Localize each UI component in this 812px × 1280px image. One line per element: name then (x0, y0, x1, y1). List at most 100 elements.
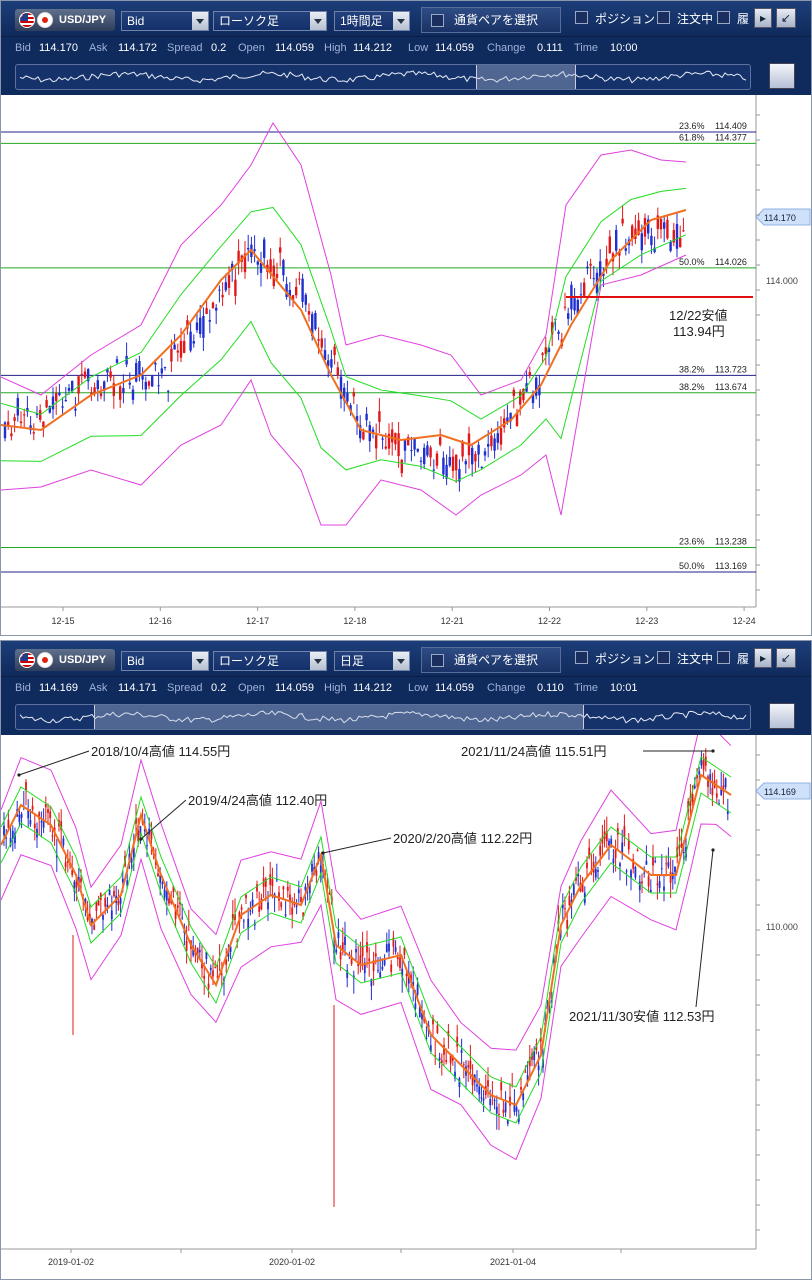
candle-body (51, 396, 55, 410)
candle-body (176, 905, 179, 908)
annotation-label: 2020/2/20高値 112.22円 (393, 831, 532, 846)
candle-body (500, 1082, 503, 1091)
candle-body (416, 448, 419, 452)
candle-body (563, 306, 567, 308)
navigator-sparkline (19, 70, 747, 84)
candle-body (282, 260, 285, 276)
candle-body (660, 868, 663, 870)
high-value: 114.212 (353, 682, 392, 694)
candle-body (234, 279, 237, 297)
scroll-right-icon[interactable]: ▸ (754, 8, 772, 28)
change-value: 0.111 (537, 42, 563, 54)
expand-icon[interactable] (769, 63, 795, 89)
candle-body (656, 883, 659, 885)
select-pair-checkbox[interactable] (431, 654, 444, 667)
navigator-window[interactable] (476, 65, 576, 89)
candle-body (275, 273, 279, 278)
quote-bar: Bid 114.169 Ask 114.171 Spread 0.2 Open … (1, 677, 811, 699)
candle-body (647, 876, 650, 887)
candle-body (381, 966, 384, 970)
candle-body (388, 943, 390, 952)
low-value: 114.059 (435, 42, 474, 54)
navigator-scrollbar[interactable] (15, 64, 751, 90)
orders-checkbox[interactable] (657, 651, 670, 664)
candle-body (614, 849, 617, 859)
candle-body (96, 380, 99, 390)
candle-body (51, 835, 54, 837)
position-checkbox[interactable] (575, 651, 588, 664)
hourly-candlestick-chart[interactable]: 23.6% 114.409 61.8% 114.377 50.0% 114.026 38.2… (0, 95, 811, 638)
candle-body (366, 942, 368, 953)
candle-body (282, 886, 285, 890)
price-type-select[interactable]: Bid (121, 651, 209, 671)
collapse-icon[interactable]: ↙ (776, 8, 796, 28)
candle-body (311, 863, 313, 872)
collapse-icon[interactable]: ↙ (776, 648, 796, 668)
x-tick-label: 2019-01-02 (48, 1257, 94, 1267)
candle-body (410, 450, 413, 452)
expand-icon[interactable] (769, 703, 795, 729)
select-pair-button[interactable]: 通貨ペアを選択 (421, 7, 561, 33)
chart-type-select[interactable]: ローソク足 (213, 11, 327, 31)
navigator-window[interactable] (94, 705, 584, 729)
candle-body (49, 811, 52, 819)
history-label: 履 (737, 652, 750, 666)
currency-pair-button[interactable]: USD/JPY (15, 9, 115, 31)
candle-body (381, 438, 384, 440)
candle-body (151, 376, 154, 387)
candle-body (557, 331, 560, 334)
candle-body (572, 884, 575, 895)
history-checkbox[interactable] (717, 651, 730, 664)
fib-value: 113.723 (715, 364, 747, 374)
candle-body (355, 948, 357, 953)
candle-body (55, 392, 58, 402)
candle-body (317, 339, 320, 341)
candle-body (122, 387, 125, 393)
candle-body (426, 445, 429, 456)
bollinger-upper-2sigma (0, 122, 687, 396)
orders-checkbox[interactable] (657, 11, 670, 24)
timeframe-select[interactable]: 1時間足 (334, 11, 410, 31)
candle-body (474, 453, 477, 462)
history-checkbox[interactable] (717, 11, 730, 24)
scroll-right-icon[interactable]: ▸ (754, 648, 772, 668)
chevron-down-icon (310, 12, 326, 30)
candle-body (352, 392, 355, 397)
currency-pair-button[interactable]: USD/JPY (15, 649, 115, 671)
position-checkbox[interactable] (575, 11, 588, 24)
navigator-scrollbar[interactable] (15, 704, 751, 730)
quote-bar: Bid 114.170 Ask 114.172 Spread 0.2 Open … (1, 37, 811, 59)
daily-candlestick-chart[interactable]: 2018/10/4高値 114.55円 2019/4/24高値 112.40円 20… (0, 719, 811, 1280)
candle-body (301, 278, 304, 302)
candle-body (109, 371, 112, 378)
candle-body (80, 373, 83, 375)
spread-label: Spread (167, 42, 203, 54)
candle-body (23, 414, 26, 416)
candle-body (67, 387, 71, 391)
select-pair-checkbox[interactable] (431, 14, 444, 27)
candle-body (205, 308, 208, 315)
candle-body (295, 905, 298, 907)
candle-body (13, 417, 16, 421)
candle-body (147, 381, 151, 386)
candle-body (141, 376, 144, 380)
ask-label: Ask (89, 682, 108, 694)
annotation-arrow-head (17, 773, 21, 777)
candle-body (99, 393, 103, 397)
candle-body (62, 838, 65, 846)
candle-body (202, 316, 205, 338)
candle-body (623, 826, 626, 838)
select-pair-button[interactable]: 通貨ペアを選択 (421, 647, 561, 673)
candle-body (594, 868, 597, 878)
fib-value: 113.674 (715, 382, 747, 392)
candle-body (315, 870, 318, 876)
candle-body (390, 964, 393, 973)
timeframe-select[interactable]: 日足 (334, 651, 410, 671)
price-type-select[interactable]: Bid (121, 11, 209, 31)
candle-body (464, 461, 467, 465)
chart-toolbar: USD/JPY Bid ローソク足 1時間足 通貨ペアを選択 ポジション 注文中… (1, 1, 811, 37)
candle-body (541, 353, 544, 356)
fib-label: 38.2% (679, 382, 705, 392)
chart-type-select[interactable]: ローソク足 (213, 651, 327, 671)
candle-body (641, 881, 643, 884)
